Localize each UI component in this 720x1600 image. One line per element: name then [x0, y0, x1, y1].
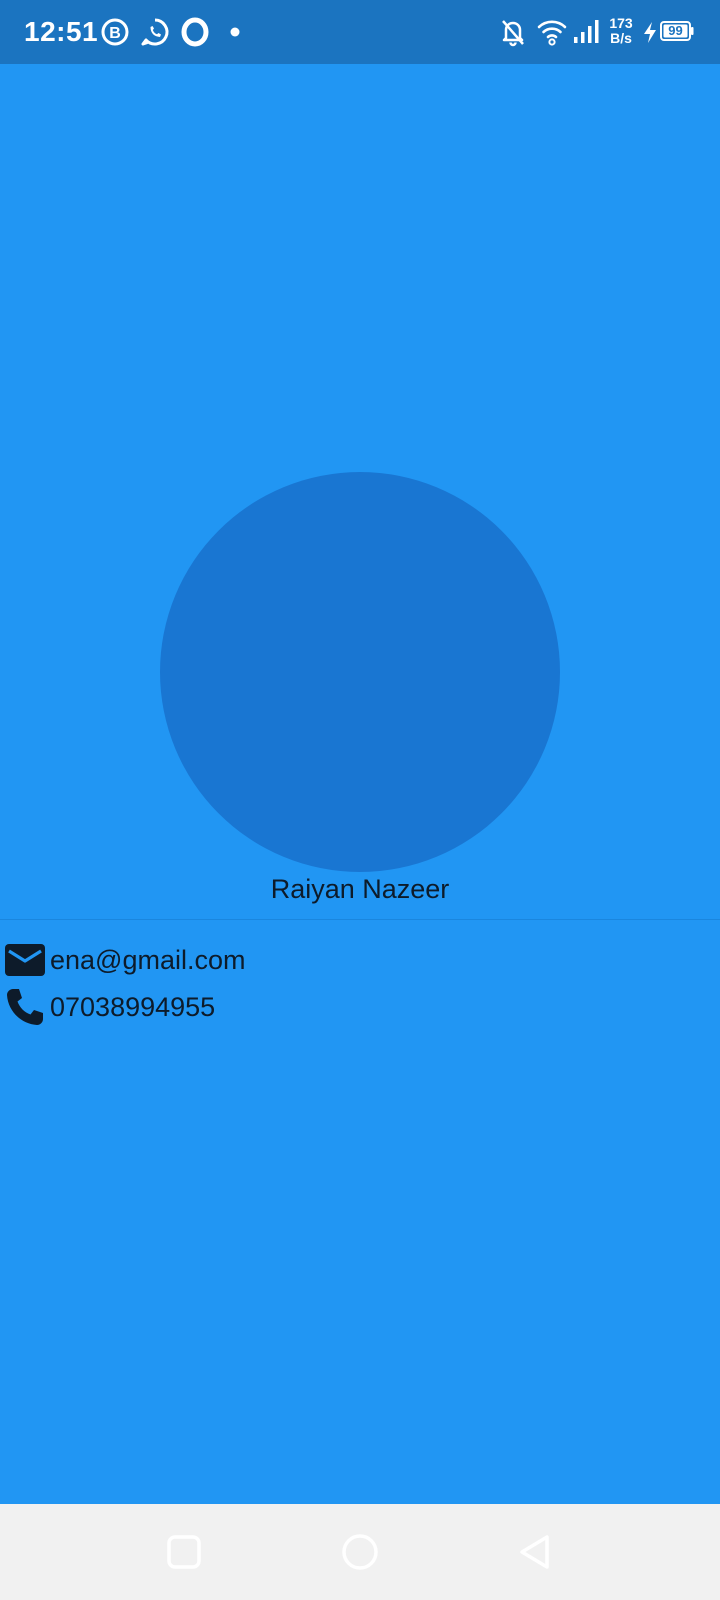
status-bar: 12:51 B 173 B/s 99 — [0, 0, 720, 64]
battery-level: 99 — [668, 23, 683, 38]
status-time: 12:51 — [24, 16, 99, 47]
email-row: ena@gmail.com — [4, 939, 246, 981]
avatar — [160, 472, 560, 872]
network-speed: 173 B/s — [604, 16, 638, 46]
screen: 12:51 B 173 B/s 99 Raiyan Nazeer ena@gma… — [0, 0, 720, 1600]
wifi-icon — [537, 20, 567, 46]
network-speed-value: 173 — [609, 15, 633, 31]
navigation-bar — [0, 1504, 720, 1600]
phone-row: 07038994955 — [4, 986, 215, 1028]
opera-icon — [181, 17, 209, 47]
network-speed-unit: B/s — [610, 30, 632, 46]
notifications-off-icon — [502, 20, 524, 47]
email-icon — [5, 944, 45, 976]
notification-dot — [230, 27, 240, 37]
signal-icon — [574, 20, 599, 43]
home-button[interactable] — [340, 1532, 380, 1572]
back-button[interactable] — [516, 1532, 556, 1572]
phone-icon — [7, 989, 43, 1025]
recents-button[interactable] — [164, 1532, 204, 1572]
whatsapp-icon — [141, 18, 169, 46]
charging-icon — [644, 22, 656, 43]
battery-icon: 99 — [660, 21, 694, 41]
divider — [0, 919, 720, 920]
email-text: ena@gmail.com — [50, 945, 246, 975]
profile-name: Raiyan Nazeer — [270, 874, 450, 904]
phone-text: 07038994955 — [50, 992, 216, 1022]
svg-text:B: B — [109, 25, 121, 42]
b-app-icon: B — [101, 18, 129, 46]
